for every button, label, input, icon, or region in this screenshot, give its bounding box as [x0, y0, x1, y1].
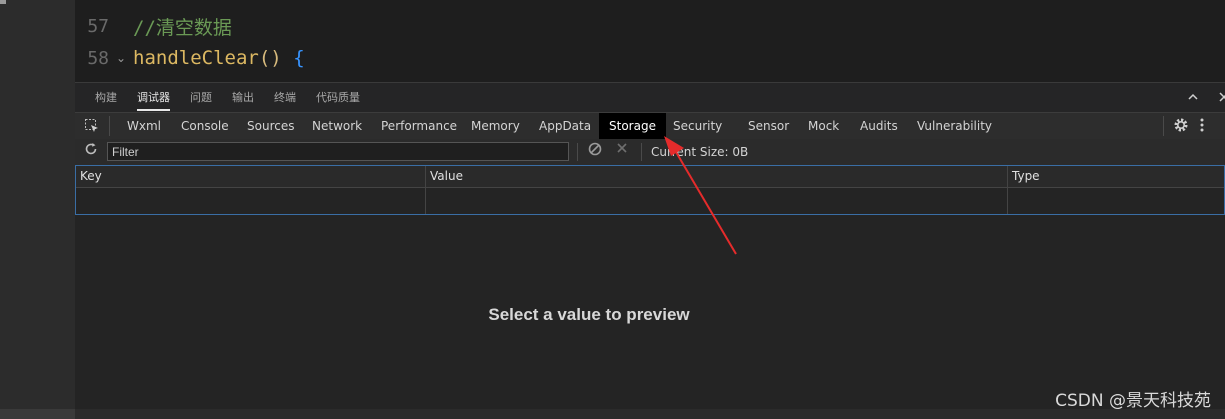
current-size-label: Current Size: 0B — [651, 145, 749, 159]
tab-memory[interactable]: Memory — [471, 113, 520, 139]
function-parens: () — [258, 47, 282, 69]
tab-storage[interactable]: Storage — [599, 113, 666, 139]
tab-build[interactable]: 构建 — [95, 83, 117, 113]
chevron-up-icon[interactable] — [1187, 91, 1199, 106]
line-number: 57 — [87, 15, 109, 37]
tab-sources[interactable]: Sources — [247, 113, 294, 139]
table-header: Key Value Type — [76, 166, 1224, 188]
tab-problems[interactable]: 问题 — [190, 83, 212, 113]
inspect-element-icon[interactable] — [84, 118, 100, 134]
line-number: 58 — [87, 47, 109, 69]
fold-chevron-icon[interactable]: ⌄ — [109, 51, 133, 65]
function-name: handleClear — [133, 47, 259, 69]
gutter-marker — [0, 0, 6, 4]
tab-console[interactable]: Console — [181, 113, 229, 139]
code-comment: //清空数据 — [133, 16, 232, 39]
code-editor[interactable]: 57 //清空数据 58 ⌄ handleClear() { — [75, 0, 1225, 82]
toolbar-divider — [1163, 116, 1164, 136]
tab-security[interactable]: Security — [673, 113, 722, 139]
tab-sensor[interactable]: Sensor — [748, 113, 789, 139]
tab-terminal[interactable]: 终端 — [274, 83, 296, 113]
filter-input[interactable] — [107, 142, 569, 161]
column-header-value[interactable]: Value — [426, 166, 463, 187]
gear-icon[interactable] — [1173, 117, 1189, 135]
tab-network[interactable]: Network — [312, 113, 362, 139]
toolbar-divider — [109, 116, 110, 136]
status-strip — [0, 409, 75, 419]
column-divider[interactable] — [425, 166, 426, 214]
devtools-toolbar: Wxml Console Sources Network Performance… — [75, 112, 1225, 140]
storage-table: Key Value Type — [75, 165, 1225, 215]
tab-code-quality[interactable]: 代码质量 — [316, 83, 360, 113]
more-vertical-icon[interactable] — [1199, 117, 1205, 135]
storage-filter-bar: Current Size: 0B — [75, 139, 1225, 165]
panel-tab-bar: 构建 调试器 问题 输出 终端 代码质量 — [75, 82, 1225, 113]
tab-output[interactable]: 输出 — [232, 83, 254, 113]
preview-placeholder: Select a value to preview — [488, 305, 690, 324]
tab-wxml[interactable]: Wxml — [127, 113, 161, 139]
filter-divider — [577, 143, 578, 161]
watermark: CSDN @景天科技苑 — [1055, 391, 1211, 411]
tab-vulnerability[interactable]: Vulnerability — [917, 113, 992, 139]
left-sidebar — [0, 0, 75, 419]
tab-audits[interactable]: Audits — [860, 113, 898, 139]
column-header-type[interactable]: Type — [1008, 166, 1040, 187]
clear-all-icon[interactable] — [588, 142, 602, 160]
code-line: 58 ⌄ handleClear() { — [75, 43, 305, 73]
code-line: 57 //清空数据 — [75, 11, 232, 41]
open-brace: { — [293, 47, 305, 69]
column-divider[interactable] — [1007, 166, 1008, 214]
tab-debugger[interactable]: 调试器 — [137, 83, 170, 113]
column-header-key[interactable]: Key — [76, 166, 102, 187]
delete-selected-icon[interactable] — [616, 142, 628, 158]
refresh-icon[interactable] — [84, 142, 98, 160]
filter-divider — [641, 143, 642, 161]
tab-performance[interactable]: Performance — [381, 113, 457, 139]
close-icon[interactable] — [1218, 91, 1225, 106]
tab-mock[interactable]: Mock — [808, 113, 839, 139]
tab-appdata[interactable]: AppData — [539, 113, 591, 139]
